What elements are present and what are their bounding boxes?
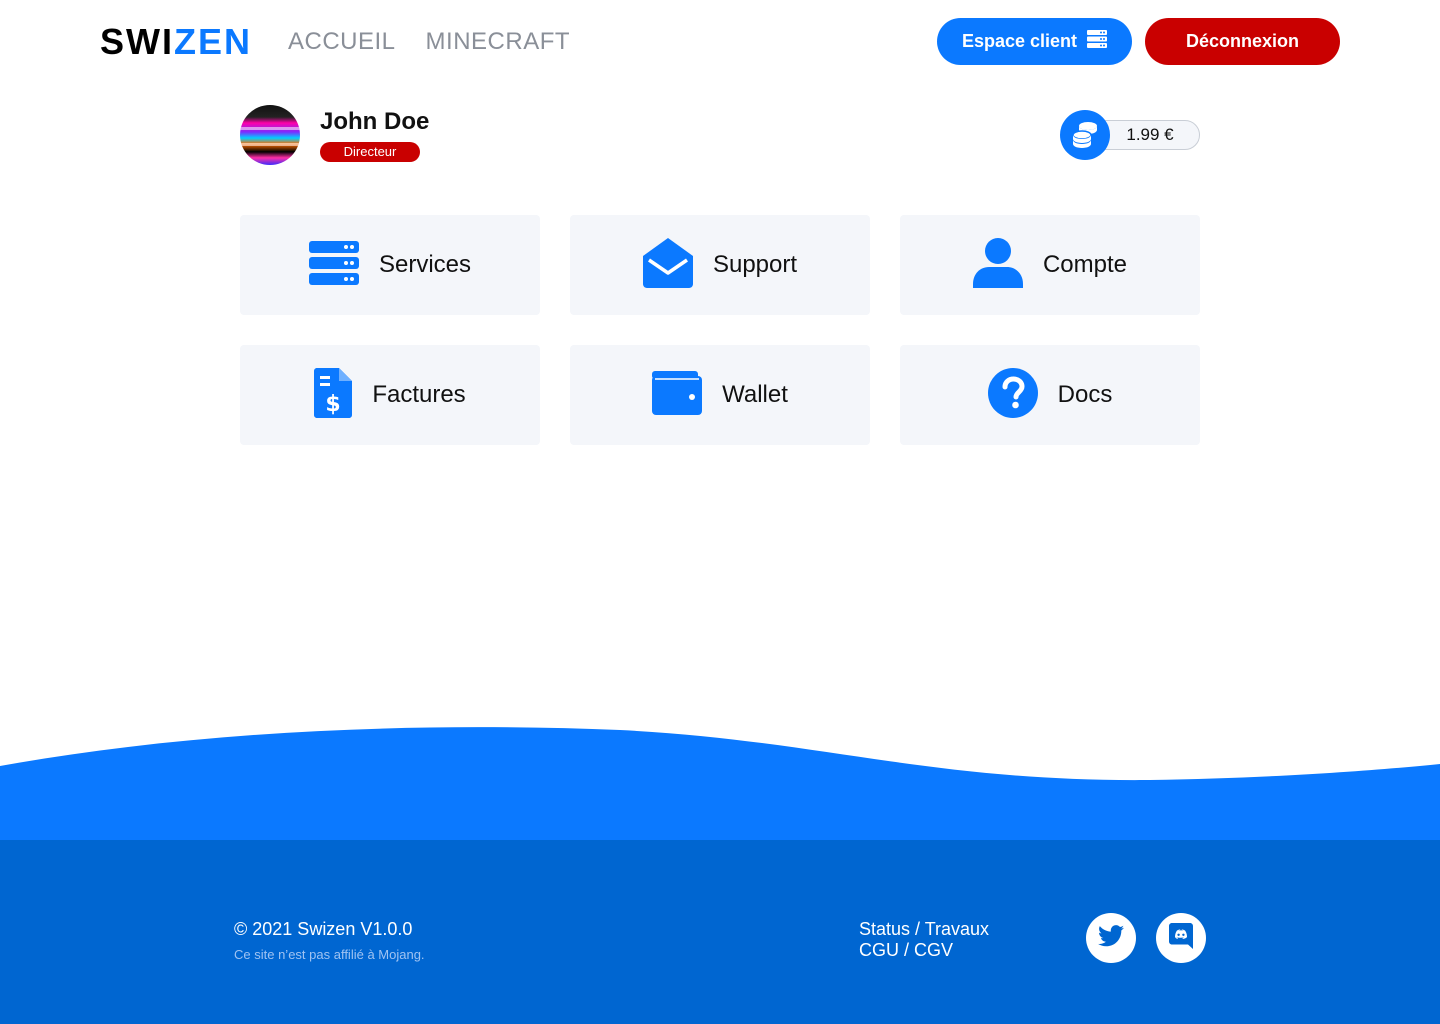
logo-part-1: SWI [100, 21, 174, 62]
card-support[interactable]: Support [570, 215, 870, 315]
discord-icon [1169, 922, 1193, 954]
invoice-dollar-icon: $ [314, 367, 353, 423]
server-icon [308, 240, 359, 290]
card-docs[interactable]: Docs [900, 345, 1200, 445]
nav-link-minecraft[interactable]: MINECRAFT [426, 28, 571, 56]
card-label: Wallet [722, 381, 788, 408]
nav-link-accueil[interactable]: ACCUEIL [288, 28, 396, 56]
card-label: Docs [1057, 381, 1113, 408]
card-wallet[interactable]: Wallet [570, 345, 870, 445]
card-label: Services [378, 251, 472, 278]
twitter-button[interactable] [1086, 913, 1136, 963]
server-icon [1087, 30, 1108, 53]
card-label: Factures [372, 381, 466, 408]
discord-button[interactable] [1156, 913, 1206, 963]
card-invoices[interactable]: $ Factures [240, 345, 540, 445]
twitter-icon [1098, 924, 1124, 952]
card-label: Compte [1042, 251, 1128, 278]
copyright: © 2021 Swizen V1.0.0 [234, 919, 413, 939]
site-logo[interactable]: SWIZEN [100, 22, 252, 62]
card-services[interactable]: Services [240, 215, 540, 315]
client-area-button[interactable]: Espace client [937, 18, 1132, 65]
svg-text:$: $ [326, 392, 341, 417]
footer [0, 840, 1440, 1024]
logo-part-2: ZEN [174, 21, 252, 62]
role-badge: Directeur [320, 142, 420, 162]
logout-button[interactable]: Déconnexion [1145, 18, 1340, 65]
wallet-balance: 1.99 € [1060, 110, 1200, 160]
user-icon [972, 237, 1023, 293]
wallet-icon [652, 370, 703, 420]
client-area-label: Espace client [961, 31, 1078, 51]
footer-link-cgu[interactable]: CGU / CGV [859, 939, 953, 961]
footer-wave [0, 727, 1440, 842]
card-label: Support [712, 251, 798, 278]
balance-amount: 1.99 € [1126, 125, 1174, 144]
footer-link-status[interactable]: Status / Travaux [859, 918, 989, 940]
envelope-open-icon [642, 237, 693, 293]
card-account[interactable]: Compte [900, 215, 1200, 315]
affiliation-notice: Ce site n’est pas affilié à Mojang. [234, 947, 425, 962]
main-nav: ACCUEIL MINECRAFT [288, 28, 570, 56]
question-circle-icon [987, 367, 1038, 423]
coins-icon [1060, 110, 1110, 160]
avatar [240, 105, 300, 165]
user-name: John Doe [320, 108, 430, 135]
